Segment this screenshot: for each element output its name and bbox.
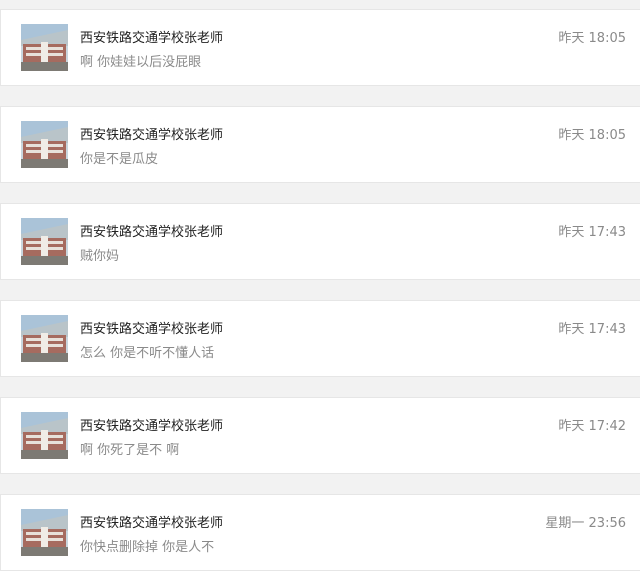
message-preview: 你是不是瓜皮 xyxy=(80,152,159,167)
message-item[interactable]: 西安铁路交通学校张老师 啊 你死了是不 啊 昨天 17:42 xyxy=(0,397,640,474)
message-time: 昨天 18:05 xyxy=(558,31,626,46)
sender-name: 西安铁路交通学校张老师 xyxy=(80,128,224,143)
message-preview: 啊 你死了是不 啊 xyxy=(80,443,180,458)
avatar xyxy=(21,121,68,168)
message-preview: 贼你妈 xyxy=(80,249,120,264)
sender-name: 西安铁路交通学校张老师 xyxy=(80,31,224,46)
message-time: 昨天 17:43 xyxy=(558,322,626,337)
message-item[interactable]: 西安铁路交通学校张老师 你是不是瓜皮 昨天 18:05 xyxy=(0,106,640,183)
message-preview: 啊 你娃娃以后没屁眼 xyxy=(80,55,202,70)
sender-name: 西安铁路交通学校张老师 xyxy=(80,322,224,337)
message-time: 昨天 17:43 xyxy=(558,225,626,240)
message-item[interactable]: 西安铁路交通学校张老师 你快点删除掉 你是人不 星期一 23:56 xyxy=(0,494,640,571)
message-time: 星期一 23:56 xyxy=(545,516,626,531)
message-item[interactable]: 西安铁路交通学校张老师 啊 你娃娃以后没屁眼 昨天 18:05 xyxy=(0,9,640,86)
message-list: 西安铁路交通学校张老师 啊 你娃娃以后没屁眼 昨天 18:05 西安铁路交通学校… xyxy=(0,0,640,571)
sender-name: 西安铁路交通学校张老师 xyxy=(80,419,224,434)
avatar xyxy=(21,412,68,459)
message-time: 昨天 18:05 xyxy=(558,128,626,143)
message-preview: 怎么 你是不听不懂人话 xyxy=(80,346,215,361)
avatar xyxy=(21,218,68,265)
sender-name: 西安铁路交通学校张老师 xyxy=(80,516,224,531)
avatar xyxy=(21,315,68,362)
message-item[interactable]: 西安铁路交通学校张老师 贼你妈 昨天 17:43 xyxy=(0,203,640,280)
sender-name: 西安铁路交通学校张老师 xyxy=(80,225,224,240)
avatar xyxy=(21,24,68,71)
message-preview: 你快点删除掉 你是人不 xyxy=(80,540,215,555)
message-time: 昨天 17:42 xyxy=(558,419,626,434)
avatar xyxy=(21,509,68,556)
message-item[interactable]: 西安铁路交通学校张老师 怎么 你是不听不懂人话 昨天 17:43 xyxy=(0,300,640,377)
